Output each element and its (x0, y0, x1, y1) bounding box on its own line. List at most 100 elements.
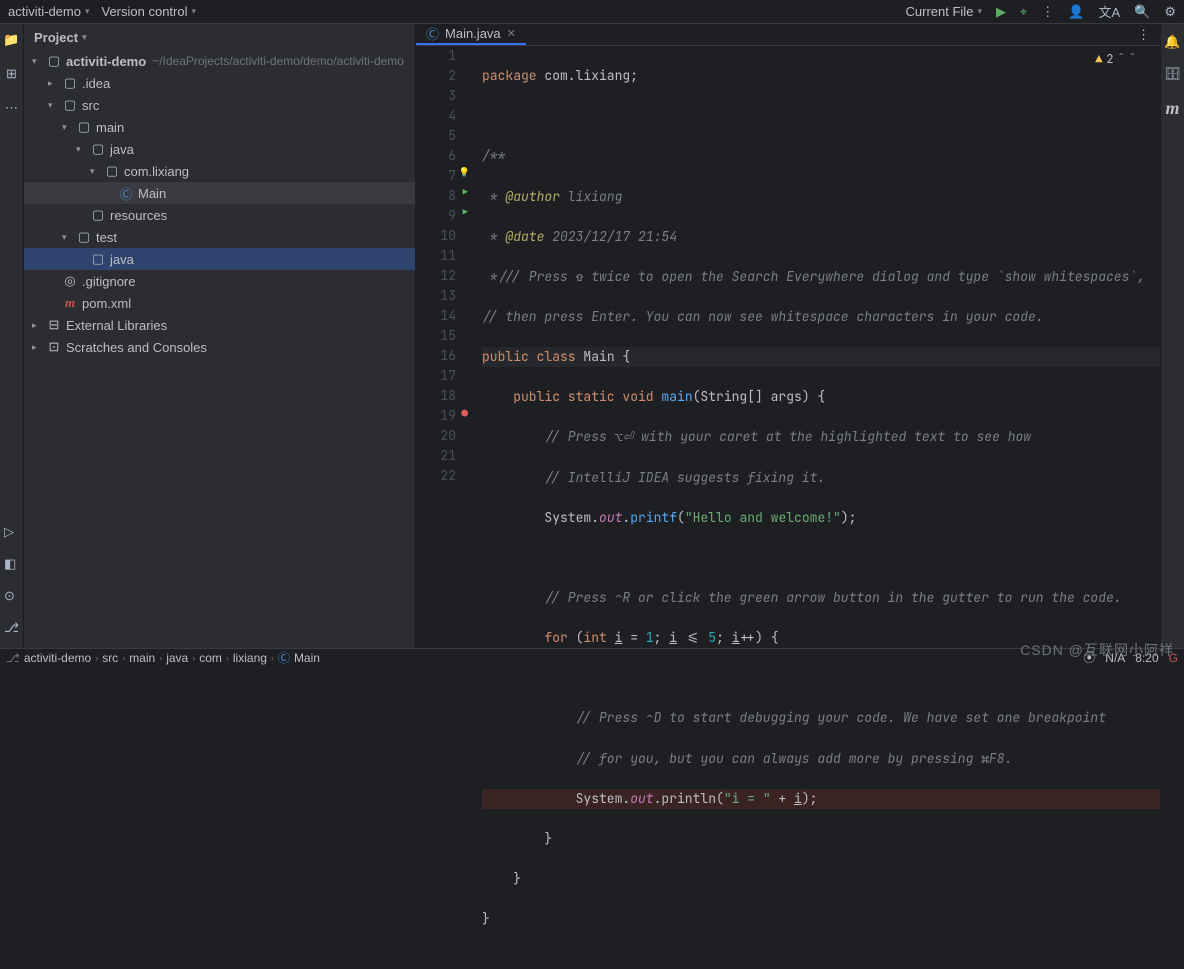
folder-icon: ▢ (90, 141, 106, 157)
tree-label: com.lixiang (124, 164, 189, 179)
scratch-icon: ⊡ (46, 339, 62, 355)
warning-badge[interactable]: ▲2ˆˇ (1095, 50, 1136, 69)
library-icon: ⊟ (46, 317, 62, 333)
git-branch-icon[interactable]: ⎇ (6, 651, 20, 665)
chevron-down-icon: ▾ (62, 122, 76, 133)
vcs-label: Version control (102, 4, 188, 19)
chevron-up-icon[interactable]: ˆ (1118, 50, 1125, 69)
tree-item-test[interactable]: ▾▢ test (24, 226, 415, 248)
close-icon[interactable]: ✕ (507, 27, 516, 40)
tree-item-java[interactable]: ▾▢ java (24, 138, 415, 160)
tree-label: .gitignore (82, 274, 135, 289)
more-icon[interactable]: ⋮ (1041, 4, 1054, 20)
warning-count: 2 (1106, 50, 1113, 69)
chevron-down-icon[interactable]: ˇ (1129, 50, 1136, 69)
class-icon: Ⓒ (426, 24, 439, 43)
project-panel-header[interactable]: Project ▾ (24, 24, 415, 50)
more-tool-icon[interactable]: ⋯ (5, 100, 18, 116)
class-icon: Ⓒ (118, 184, 134, 203)
warning-icon: ▲ (1095, 50, 1102, 69)
chevron-right-icon: ▸ (32, 320, 46, 331)
debug-tool-icon[interactable]: ◧ (4, 556, 19, 572)
tree-label: java (110, 142, 134, 157)
tree-item-ext-lib[interactable]: ▸⊟ External Libraries (24, 314, 415, 336)
bell-icon[interactable]: 🔔 (1164, 34, 1180, 50)
tree-label: External Libraries (66, 318, 167, 333)
run-tool-icon[interactable]: ▷ (4, 524, 19, 540)
tree-path: ~/IdeaProjects/activiti-demo/demo/activi… (152, 54, 404, 68)
tree-label: activiti-demo (66, 54, 146, 69)
tree-label: pom.xml (82, 296, 131, 311)
tree-item-pom[interactable]: m pom.xml (24, 292, 415, 314)
tab-label: Main.java (445, 26, 501, 41)
folder-icon: ▢ (62, 75, 78, 91)
tree-root[interactable]: ▾▢ activiti-demo ~/IdeaProjects/activiti-d… (24, 50, 415, 72)
vcs-menu[interactable]: Version control ▾ (102, 4, 197, 19)
crumb[interactable]: lixiang (233, 651, 267, 665)
folder-icon: ▢ (46, 53, 62, 69)
chevron-down-icon: ▾ (48, 100, 62, 111)
problems-tool-icon[interactable]: ⊙ (4, 588, 19, 604)
folder-icon: ▢ (62, 97, 78, 113)
tree-item-gitignore[interactable]: ◎ .gitignore (24, 270, 415, 292)
file-icon: ◎ (62, 273, 78, 289)
tree-item-test-java[interactable]: ▢java (24, 248, 415, 270)
tree-item-resources[interactable]: ▢ resources (24, 204, 415, 226)
tree-label: main (96, 120, 124, 135)
crumb[interactable]: main (129, 651, 155, 665)
tree-label: src (82, 98, 99, 113)
code-content[interactable]: package com.lixiang; /** * @author lixia… (464, 46, 1160, 969)
google-icon[interactable]: G (1169, 651, 1178, 665)
crumb[interactable]: src (102, 651, 118, 665)
tree-item-scratches[interactable]: ▸⊡ Scratches and Consoles (24, 336, 415, 358)
project-menu[interactable]: activiti-demo ▾ (8, 4, 90, 19)
run-config[interactable]: Current File▾ (906, 4, 982, 19)
tree-item-package[interactable]: ▾▢ com.lixiang (24, 160, 415, 182)
chevron-right-icon: ▸ (48, 78, 62, 89)
project-name: activiti-demo (8, 4, 81, 19)
user-icon[interactable]: 👤 (1068, 4, 1084, 20)
tree-item-main-class[interactable]: Ⓒ Main (24, 182, 415, 204)
gear-icon[interactable]: ⚙ (1164, 4, 1176, 20)
chevron-down-icon: ▾ (85, 6, 90, 17)
project-panel-title: Project (34, 30, 78, 45)
chevron-down-icon: ▾ (76, 144, 90, 155)
current-file-label: Current File (906, 4, 974, 19)
crumb[interactable]: activiti-demo (24, 651, 91, 665)
folder-icon: ▢ (76, 229, 92, 245)
maven-tool-icon[interactable]: m (1165, 98, 1179, 119)
folder-icon: ▢ (76, 119, 92, 135)
tree-label: .idea (82, 76, 110, 91)
chevron-right-icon: ▸ (32, 342, 46, 353)
debug-icon[interactable]: ⌖ (1020, 4, 1027, 20)
tab-more-icon[interactable]: ⋮ (1127, 27, 1160, 43)
chevron-down-icon: ▾ (192, 6, 197, 17)
maven-icon: m (62, 295, 78, 311)
project-tool-icon[interactable]: 📁 (3, 32, 19, 48)
tree-label: test (96, 230, 117, 245)
tree-label: resources (110, 208, 167, 223)
translate-icon[interactable]: 文A (1098, 2, 1120, 21)
run-icon[interactable]: ▶ (996, 4, 1006, 20)
tab-main-java[interactable]: Ⓒ Main.java ✕ (416, 24, 526, 45)
chevron-down-icon: ▾ (90, 166, 104, 177)
tree-item-main[interactable]: ▾▢ main (24, 116, 415, 138)
chevron-down-icon: ▾ (32, 56, 46, 67)
search-icon[interactable]: 🔍 (1134, 4, 1150, 20)
structure-tool-icon[interactable]: ⊞ (6, 66, 17, 82)
folder-icon: ▢ (104, 163, 120, 179)
folder-icon: ▢ (90, 207, 106, 223)
chevron-down-icon: ▾ (82, 32, 87, 43)
tree-item-idea[interactable]: ▸▢ .idea (24, 72, 415, 94)
tree-label: Scratches and Consoles (66, 340, 207, 355)
crumb[interactable]: java (166, 651, 188, 665)
chevron-down-icon: ▾ (62, 232, 76, 243)
crumb[interactable]: com (199, 651, 222, 665)
crumb[interactable]: Main (294, 651, 320, 665)
tree-item-src[interactable]: ▾▢ src (24, 94, 415, 116)
tree-label: java (110, 252, 134, 267)
tree-label: Main (138, 186, 166, 201)
chevron-down-icon: ▾ (977, 6, 982, 17)
db-icon[interactable]: 🗄 (1164, 66, 1181, 82)
git-tool-icon[interactable]: ⎇ (4, 620, 19, 636)
